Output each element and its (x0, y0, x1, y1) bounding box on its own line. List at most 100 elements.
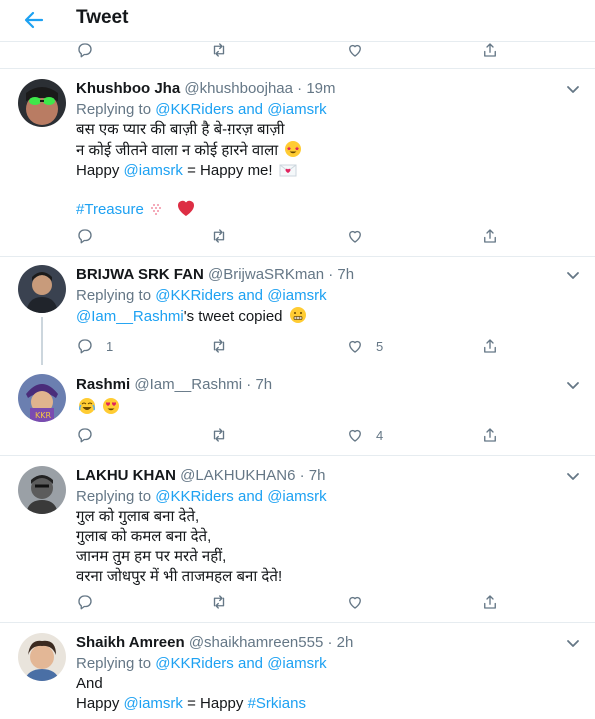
share-button[interactable] (481, 226, 499, 246)
more-options-button[interactable] (565, 377, 581, 393)
heart-emoji-icon (178, 200, 195, 216)
retweet-button[interactable] (210, 226, 240, 246)
more-options-button[interactable] (565, 267, 581, 283)
mention-conjunction[interactable]: and (238, 655, 263, 672)
tweet[interactable]: LAKHU KHAN @LAKHUKHAN6 · 7h Replying to … (0, 456, 595, 623)
timestamp[interactable]: 19m (306, 80, 335, 97)
tweet[interactable]: Shaikh Amreen @shaikhamreen555 · 2h Repl… (0, 623, 595, 719)
replying-to: Replying to @KKRiders and @iamsrk (76, 487, 555, 507)
tweet-text-line: #Treasure (76, 199, 555, 220)
tweet[interactable]: KKR Rashmi @Iam__Rashmi · 7h 4 (0, 367, 595, 455)
like-button[interactable] (346, 226, 376, 246)
page-title: Tweet (76, 7, 129, 28)
chevron-down-icon (567, 640, 579, 647)
timestamp[interactable]: 7h (309, 467, 326, 484)
mention-conjunction[interactable]: and (238, 488, 263, 505)
mention-link[interactable]: @KKRiders (155, 655, 234, 672)
replying-to: Replying to @KKRiders and @iamsrk (76, 654, 555, 674)
mention-link[interactable]: @iamsrk (267, 287, 326, 304)
mention-conjunction[interactable]: and (238, 287, 263, 304)
retweet-icon (213, 339, 225, 353)
love-letter-emoji-icon (279, 164, 297, 177)
tweet-text-line: वरना जोधपुर में भी ताजमहल बना देते! (76, 568, 283, 585)
tweet-text-line: And (76, 675, 103, 692)
avatar[interactable] (18, 633, 66, 681)
like-button[interactable]: 4 (346, 425, 383, 445)
mention-link[interactable]: @iamsrk (267, 101, 326, 118)
mention-link[interactable]: @iamsrk (124, 695, 183, 712)
tweet-text-line: गुल को गुलाब बना देते, (76, 508, 200, 525)
author-name[interactable]: LAKHU KHAN (76, 467, 176, 484)
author-name[interactable]: Khushboo Jha (76, 80, 180, 97)
mention-link[interactable]: @KKRiders (155, 101, 234, 118)
avatar[interactable]: KKR (18, 374, 66, 422)
hashtag-link[interactable]: #Treasure (76, 201, 144, 218)
mention-link[interactable]: @KKRiders (155, 287, 234, 304)
retweet-button[interactable] (210, 425, 240, 445)
more-options-button[interactable] (565, 81, 581, 97)
reply-button[interactable] (76, 226, 106, 246)
timestamp[interactable]: 7h (255, 376, 272, 393)
mention-link[interactable]: @iamsrk (124, 162, 183, 179)
author-name[interactable]: BRIJWA SRK FAN (76, 266, 204, 283)
like-button[interactable] (346, 40, 364, 60)
heart-icon (349, 596, 361, 609)
heart-icon (349, 429, 361, 442)
author-handle[interactable]: @LAKHUKHAN6 (180, 467, 295, 484)
heart-icon (349, 230, 361, 243)
hashtag-link[interactable]: #Srkians (248, 695, 306, 712)
tweet-text-line (76, 397, 555, 418)
like-button[interactable] (346, 592, 376, 612)
author-handle[interactable]: @BrijwaSRKman (208, 266, 324, 283)
reply-button[interactable] (76, 592, 106, 612)
share-button[interactable] (481, 592, 499, 612)
share-icon (484, 428, 496, 442)
author-name[interactable]: Rashmi (76, 376, 130, 393)
share-button[interactable] (481, 40, 499, 60)
timestamp[interactable]: 2h (337, 634, 354, 651)
more-options-button[interactable] (565, 468, 581, 484)
avatar[interactable] (18, 265, 66, 313)
retweet-button[interactable] (210, 40, 228, 60)
grimacing-emoji-icon (289, 307, 306, 323)
mention-link[interactable]: @iamsrk (267, 655, 326, 672)
author-handle[interactable]: @shaikhamreen555 (189, 634, 323, 651)
retweet-button[interactable] (210, 336, 240, 356)
share-button[interactable] (481, 425, 499, 445)
reply-button[interactable]: 1 (76, 336, 113, 356)
chevron-down-icon (567, 473, 579, 480)
author-handle[interactable]: @Iam__Rashmi (134, 376, 242, 393)
avatar[interactable] (18, 79, 66, 127)
tweet-text-line: जानम तुम हम पर मरते नहीं, (76, 548, 227, 565)
like-count: 5 (376, 338, 384, 354)
tweet-actions (76, 592, 506, 612)
retweet-button[interactable] (210, 592, 240, 612)
mention-link[interactable]: @KKRiders (155, 488, 234, 505)
tweet-actions: 1 5 (76, 336, 506, 356)
like-button[interactable]: 5 (346, 336, 383, 356)
tweet-text: Happy (76, 695, 120, 712)
mention-link[interactable]: @iamsrk (267, 488, 326, 505)
share-button[interactable] (481, 336, 499, 356)
reply-button[interactable] (76, 40, 94, 60)
back-button[interactable] (22, 8, 46, 32)
mention-conjunction[interactable]: and (238, 101, 263, 118)
share-icon (484, 339, 496, 353)
replying-label: Replying to (76, 655, 152, 672)
author-handle[interactable]: @khushboojhaa (184, 80, 293, 97)
mention-link[interactable]: @Iam__Rashmi (76, 308, 184, 325)
heart-eyes-emoji-icon (103, 398, 120, 414)
tweet-text-line: Happy @iamsrk = Happy #Srkians (76, 694, 555, 714)
reply-button[interactable] (76, 425, 106, 445)
tweet[interactable]: Khushboo Jha @khushboojhaa · 19m Replyin… (0, 69, 595, 257)
more-options-button[interactable] (565, 635, 581, 651)
replying-to: Replying to @KKRiders and @iamsrk (76, 100, 555, 120)
tweet-text: Happy (76, 162, 120, 179)
share-icon (484, 43, 496, 57)
timestamp[interactable]: 7h (337, 266, 354, 283)
tweet-text: = Happy me! (187, 162, 273, 179)
avatar[interactable] (18, 466, 66, 514)
author-name[interactable]: Shaikh Amreen (76, 634, 185, 651)
tweet[interactable]: BRIJWA SRK FAN @BrijwaSRKman · 7h Replyi… (0, 257, 595, 367)
share-icon (484, 229, 496, 243)
